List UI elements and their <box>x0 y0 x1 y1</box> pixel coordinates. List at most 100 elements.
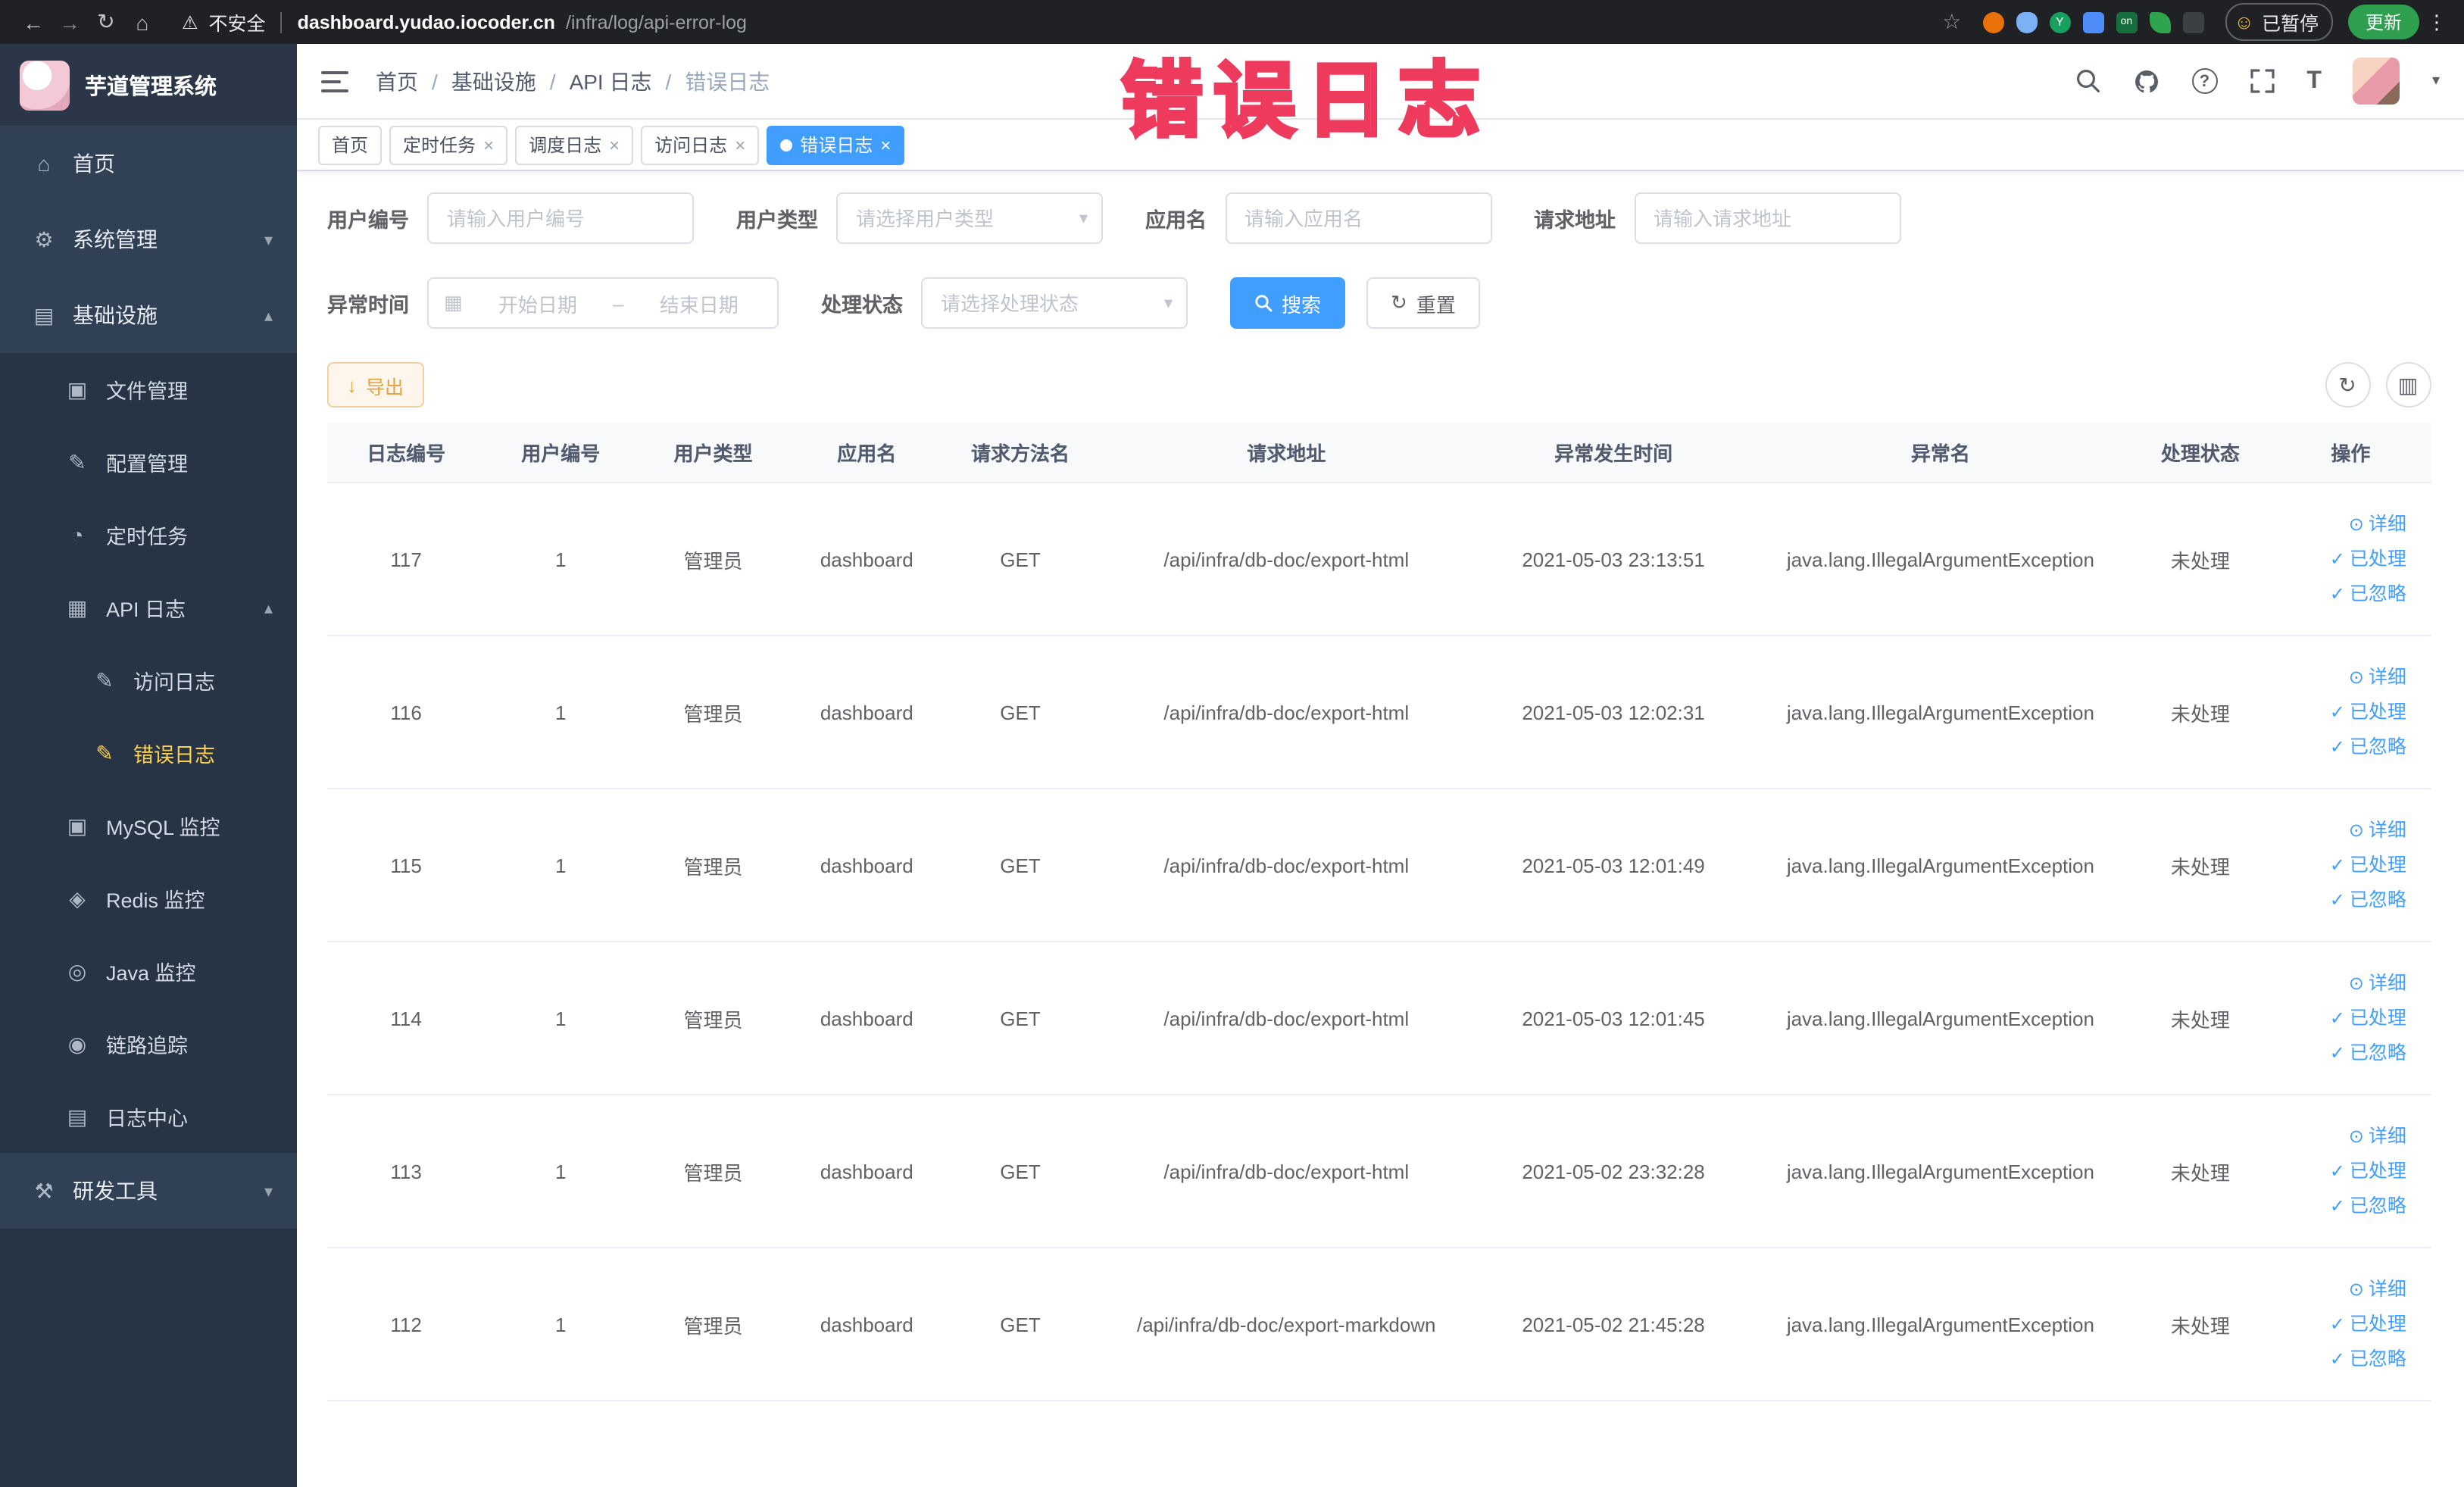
detail-link[interactable]: ⊙ 详细 <box>2349 967 2406 999</box>
breadcrumb-home[interactable]: 首页 <box>376 66 418 96</box>
sidebar-item-home[interactable]: ⌂ 首页 <box>0 126 297 201</box>
not-secure-warning-icon: ⚠ <box>182 11 198 33</box>
extension-icon-4[interactable] <box>2082 11 2104 33</box>
sidebar-item-log-center[interactable]: ▤ 日志中心 <box>0 1080 297 1153</box>
trace-icon: ◉ <box>67 1031 87 1055</box>
request-url-input[interactable] <box>1634 192 1900 244</box>
reset-button[interactable]: ↻ 重置 <box>1366 277 1480 329</box>
sidebar-item-mysql-monitor[interactable]: ▣ MySQL 监控 <box>0 789 297 862</box>
detail-link[interactable]: ⊙ 详细 <box>2349 814 2406 846</box>
user-type-select[interactable] <box>836 192 1103 244</box>
fullscreen-icon[interactable] <box>2249 68 2275 94</box>
font-size-icon[interactable]: T <box>2306 67 2322 95</box>
user-id-input[interactable] <box>427 192 694 244</box>
exception-time-range-picker[interactable]: ▦ 开始日期 – 结束日期 <box>427 277 779 329</box>
mark-ignored-link[interactable]: ✓ 已忽略 <box>2330 578 2406 610</box>
log-center-icon: ▤ <box>67 1104 88 1128</box>
browser-home-icon[interactable]: ⌂ <box>124 10 161 34</box>
help-icon[interactable]: ? <box>2191 68 2218 94</box>
tab-error-log[interactable]: 错误日志 × <box>767 125 905 164</box>
mark-processed-link[interactable]: ✓ 已处理 <box>2330 1155 2406 1187</box>
cell-log-id: 113 <box>390 1160 422 1182</box>
tab-scheduled-tasks[interactable]: 定时任务 × <box>389 125 508 164</box>
header-log-id: 日志编号 <box>367 442 446 465</box>
table-row: 115 1 管理员 dashboard GET /api/infra/db-do… <box>327 789 2431 942</box>
close-icon[interactable]: × <box>735 134 745 155</box>
mark-ignored-link[interactable]: ✓ 已忽略 <box>2330 1037 2406 1069</box>
cell-actions: ⊙ 详细 ✓ 已处理 ✓ 已忽略 <box>2271 967 2431 1069</box>
close-icon[interactable]: × <box>609 134 620 155</box>
mark-ignored-link[interactable]: ✓ 已忽略 <box>2330 731 2406 763</box>
mark-ignored-link[interactable]: ✓ 已忽略 <box>2330 1343 2406 1375</box>
sidebar-item-redis-monitor[interactable]: ◈ Redis 监控 <box>0 862 297 935</box>
extension-icon-7[interactable] <box>2182 11 2204 33</box>
logo[interactable]: 芋道管理系统 <box>0 44 297 126</box>
header-request-url: 请求地址 <box>1247 442 1326 465</box>
extension-icon-2[interactable] <box>2016 11 2038 33</box>
close-icon[interactable]: × <box>880 134 891 155</box>
sidebar-item-api-log[interactable]: ▦ API 日志 ▴ <box>0 571 297 644</box>
mark-processed-link[interactable]: ✓ 已处理 <box>2330 1308 2406 1340</box>
avatar[interactable] <box>2353 58 2400 105</box>
back-icon[interactable]: ← <box>15 10 52 34</box>
app-name-input[interactable] <box>1225 192 1491 244</box>
hamburger-icon[interactable] <box>321 66 351 96</box>
paused-badge[interactable]: ☺ 已暂停 <box>2225 3 2334 41</box>
refresh-icon: ↻ <box>2338 372 2356 396</box>
infrastructure-icon: ▤ <box>33 302 55 326</box>
sidebar-item-java-monitor[interactable]: ◎ Java 监控 <box>0 935 297 1007</box>
tab-home[interactable]: 首页 <box>318 125 383 164</box>
sidebar-item-error-log[interactable]: ✎ 错误日志 <box>0 717 297 789</box>
detail-link[interactable]: ⊙ 详细 <box>2349 1120 2406 1152</box>
address-bar[interactable]: ⚠ 不安全 dashboard.yudao.iocoder.cn/infra/l… <box>182 8 1933 36</box>
extension-icon-1[interactable] <box>1982 11 2004 33</box>
mark-processed-link[interactable]: ✓ 已处理 <box>2330 696 2406 728</box>
mark-ignored-link[interactable]: ✓ 已忽略 <box>2330 1190 2406 1222</box>
sidebar-item-dev-tools[interactable]: ⚒ 研发工具 ▾ <box>0 1153 297 1229</box>
bookmark-star-icon[interactable]: ☆ <box>1942 9 1961 35</box>
table-row: 112 1 管理员 dashboard GET /api/infra/db-do… <box>327 1248 2431 1401</box>
extension-icon-5[interactable]: on <box>2116 11 2138 33</box>
reload-icon[interactable]: ↻ <box>88 9 124 35</box>
column-settings-button[interactable]: ▥ <box>2385 362 2431 408</box>
breadcrumb-infrastructure[interactable]: 基础设施 <box>451 66 536 96</box>
mark-processed-link[interactable]: ✓ 已处理 <box>2330 849 2406 881</box>
breadcrumb-api-log[interactable]: API 日志 <box>570 66 652 96</box>
sidebar-item-file-management[interactable]: ▣ 文件管理 <box>0 353 297 426</box>
refresh-table-button[interactable]: ↻ <box>2325 362 2370 408</box>
sidebar-item-scheduled-tasks[interactable]: ◔ 定时任务 <box>0 498 297 571</box>
mark-processed-link[interactable]: ✓ 已处理 <box>2330 1002 2406 1034</box>
close-icon[interactable]: × <box>483 134 494 155</box>
cell-exception-name: java.lang.IllegalArgumentException <box>1786 548 2094 570</box>
detail-link[interactable]: ⊙ 详细 <box>2349 661 2406 693</box>
detail-link[interactable]: ⊙ 详细 <box>2349 508 2406 540</box>
forward-icon[interactable]: → <box>52 10 88 34</box>
mark-ignored-link[interactable]: ✓ 已忽略 <box>2330 884 2406 916</box>
home-icon: ⌂ <box>37 152 51 176</box>
search-icon[interactable] <box>2075 68 2100 94</box>
cell-user-id: 1 <box>554 1160 567 1182</box>
security-label[interactable]: 不安全 <box>209 8 266 36</box>
search-button[interactable]: 搜索 <box>1230 277 1346 329</box>
browser-menu-icon[interactable]: ⋮ <box>2425 10 2449 34</box>
update-button[interactable]: 更新 <box>2348 5 2419 39</box>
sidebar-item-access-log[interactable]: ✎ 访问日志 <box>0 644 297 717</box>
tab-schedule-log[interactable]: 调度日志 × <box>515 125 634 164</box>
extension-icon-6[interactable] <box>2149 11 2171 33</box>
avatar-dropdown-icon[interactable]: ▾ <box>2432 73 2440 89</box>
sidebar-item-system-management[interactable]: ⚙ 系统管理 ▾ <box>0 201 297 277</box>
sidebar-item-trace[interactable]: ◉ 链路追踪 <box>0 1007 297 1080</box>
detail-link[interactable]: ⊙ 详细 <box>2349 1273 2406 1305</box>
github-icon[interactable] <box>2132 67 2160 95</box>
tab-access-log[interactable]: 访问日志 × <box>641 125 760 164</box>
sidebar-item-config-management[interactable]: ✎ 配置管理 <box>0 426 297 498</box>
cell-request-url: /api/infra/db-doc/export-markdown <box>1137 1313 1436 1335</box>
process-status-select[interactable] <box>921 277 1188 329</box>
cell-process-status: 未处理 <box>2170 549 2230 572</box>
calendar-icon: ▦ <box>444 291 463 314</box>
export-button[interactable]: ↓ 导出 <box>327 362 424 408</box>
sidebar-item-infrastructure[interactable]: ▤ 基础设施 ▴ <box>0 277 297 353</box>
cell-user-id: 1 <box>554 1313 567 1335</box>
extension-icon-3[interactable]: Y <box>2049 11 2071 33</box>
mark-processed-link[interactable]: ✓ 已处理 <box>2330 543 2406 575</box>
